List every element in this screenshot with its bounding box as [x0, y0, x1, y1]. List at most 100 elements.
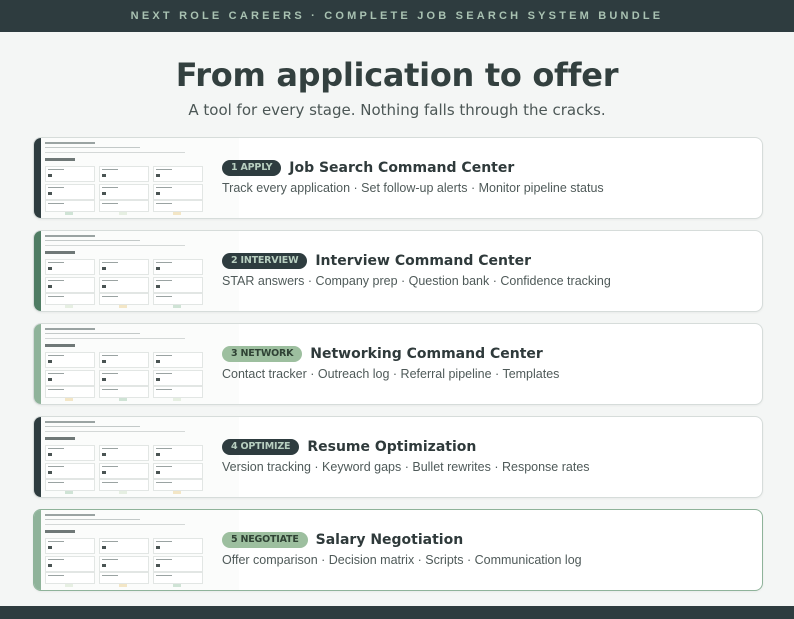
thumbnail-detail	[48, 466, 64, 467]
stage-title: Resume Optimization	[307, 439, 477, 455]
thumbnail-detail	[48, 453, 52, 456]
thumbnail-detail	[156, 203, 172, 204]
thumbnail-detail	[156, 389, 172, 390]
thumbnail-detail	[99, 200, 149, 212]
thumbnail-detail	[156, 280, 172, 281]
thumbnail-detail	[48, 564, 52, 567]
card-accent-bar	[34, 324, 41, 404]
thumbnail-detail	[156, 187, 172, 188]
stage-title: Job Search Command Center	[289, 160, 515, 176]
thumbnail-detail	[48, 541, 64, 542]
stage-card-apply[interactable]: 1 APPLY Job Search Command Center Track …	[33, 137, 763, 219]
thumbnail-detail	[173, 584, 181, 587]
stage-title: Salary Negotiation	[315, 532, 464, 548]
thumbnail-detail	[45, 235, 95, 237]
stage-card-optimize[interactable]: 4 OPTIMIZE Resume Optimization Version t…	[33, 416, 763, 498]
stage-card-negotiate[interactable]: 5 NEGOTIATE Salary Negotiation Offer com…	[33, 509, 763, 591]
dashboard-thumbnail	[41, 231, 239, 311]
thumbnail-detail	[156, 453, 160, 456]
thumbnail-detail	[48, 203, 64, 204]
stage-badge: 4 OPTIMIZE	[222, 439, 300, 455]
thumbnail-detail	[102, 203, 118, 204]
card-accent-bar	[34, 138, 41, 218]
thumbnail-detail	[102, 285, 106, 288]
thumbnail-detail	[102, 280, 118, 281]
thumbnail-detail	[156, 355, 172, 356]
thumbnail-detail	[45, 479, 95, 491]
thumbnail-detail	[156, 192, 160, 195]
thumbnail-detail	[45, 152, 185, 153]
page-title: From application to offer	[175, 56, 619, 94]
thumbnail-detail	[45, 147, 140, 148]
thumbnail-detail	[156, 373, 172, 374]
stage-badge: 2 INTERVIEW	[222, 253, 308, 269]
bottom-bar	[0, 606, 794, 619]
thumbnail-detail	[156, 262, 172, 263]
thumbnail-detail	[48, 174, 52, 177]
thumbnail-detail	[102, 448, 118, 449]
stage-card-network[interactable]: 3 NETWORK Networking Command Center Cont…	[33, 323, 763, 405]
thumbnail-detail	[156, 448, 172, 449]
thumbnail-detail	[48, 355, 64, 356]
stage-badge: 5 NEGOTIATE	[222, 532, 308, 548]
thumbnail-detail	[102, 564, 106, 567]
thumbnail-detail	[48, 559, 64, 560]
stage-description: Contact tracker · Outreach log · Referra…	[222, 367, 560, 381]
thumbnail-detail	[153, 293, 203, 305]
dashboard-thumbnail	[41, 510, 239, 590]
thumbnail-detail	[102, 360, 106, 363]
thumbnail-detail	[156, 541, 172, 542]
thumbnail-detail	[65, 305, 73, 308]
thumbnail-detail	[48, 389, 64, 390]
thumbnail-detail	[48, 187, 64, 188]
thumbnail-detail	[173, 491, 181, 494]
thumbnail-detail	[153, 479, 203, 491]
thumbnail-detail	[45, 245, 185, 246]
thumbnail-detail	[102, 471, 106, 474]
stage-badge: 3 NETWORK	[222, 346, 303, 362]
thumbnail-detail	[99, 572, 149, 584]
thumbnail-detail	[65, 584, 73, 587]
thumbnail-detail	[65, 491, 73, 494]
thumbnail-detail	[45, 293, 95, 305]
thumbnail-detail	[173, 398, 181, 401]
thumbnail-detail	[156, 174, 160, 177]
card-accent-bar	[34, 417, 41, 497]
thumbnail-detail	[102, 187, 118, 188]
thumbnail-detail	[102, 541, 118, 542]
stage-description: STAR answers · Company prep · Question b…	[222, 274, 611, 288]
thumbnail-detail	[156, 378, 160, 381]
stage-title: Interview Command Center	[315, 253, 532, 269]
thumbnail-detail	[48, 378, 52, 381]
thumbnail-detail	[45, 524, 185, 525]
thumbnail-detail	[45, 333, 140, 334]
thumbnail-detail	[156, 169, 172, 170]
stage-card-interview[interactable]: 2 INTERVIEW Interview Command Center STA…	[33, 230, 763, 312]
thumbnail-detail	[48, 482, 64, 483]
thumbnail-detail	[153, 572, 203, 584]
thumbnail-detail	[153, 200, 203, 212]
thumbnail-detail	[45, 158, 75, 161]
thumbnail-detail	[48, 296, 64, 297]
dashboard-thumbnail	[41, 324, 239, 404]
thumbnail-detail	[45, 421, 95, 423]
thumbnail-detail	[99, 386, 149, 398]
thumbnail-detail	[45, 572, 95, 584]
thumbnail-detail	[48, 262, 64, 263]
thumbnail-detail	[156, 471, 160, 474]
thumbnail-detail	[48, 546, 52, 549]
thumbnail-detail	[156, 285, 160, 288]
thumbnail-detail	[45, 251, 75, 254]
thumbnail-detail	[48, 575, 64, 576]
thumbnail-detail	[45, 142, 95, 144]
thumbnail-detail	[48, 471, 52, 474]
thumbnail-detail	[119, 398, 127, 401]
thumbnail-detail	[156, 466, 172, 467]
thumbnail-detail	[45, 328, 95, 330]
stage-badge: 1 APPLY	[222, 160, 282, 176]
thumbnail-detail	[45, 338, 185, 339]
thumbnail-detail	[156, 575, 172, 576]
thumbnail-detail	[102, 546, 106, 549]
thumbnail-detail	[99, 479, 149, 491]
thumbnail-detail	[48, 373, 64, 374]
